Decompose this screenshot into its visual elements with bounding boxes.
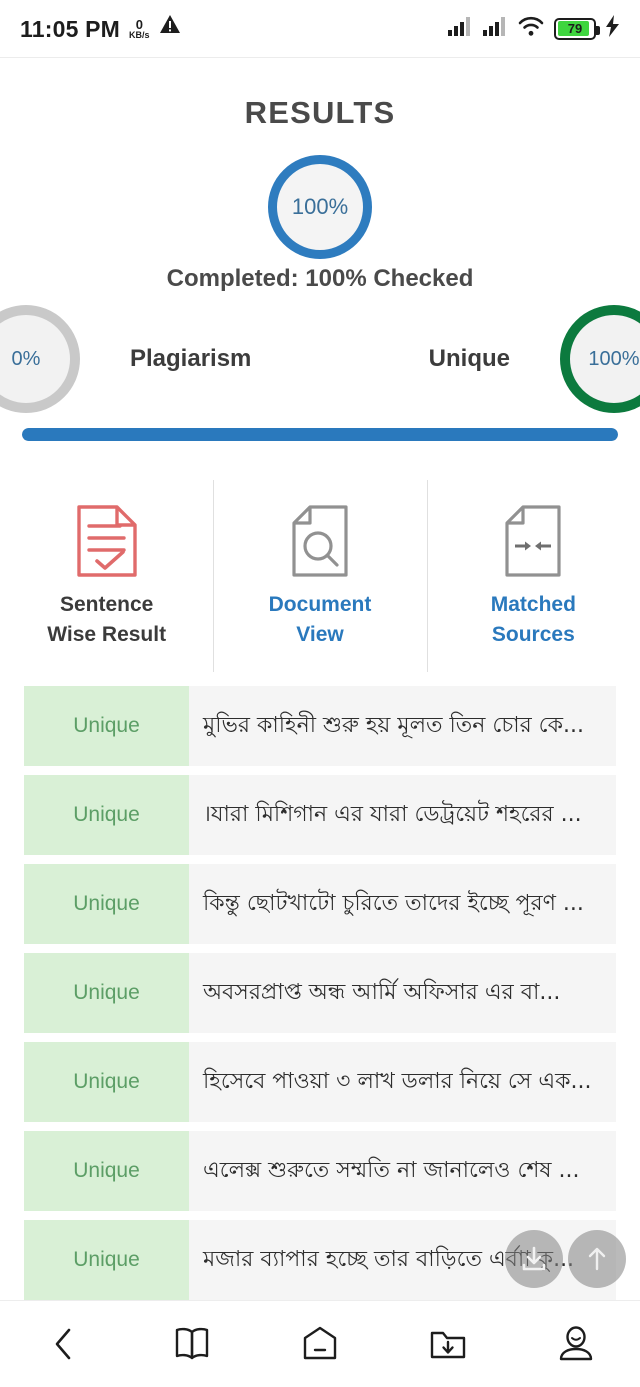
tab-matched-sources[interactable]: Matched Sources [426,480,640,672]
completed-status-text: Completed: 100% Checked [166,265,474,292]
network-speed-unit: KB/s [129,30,150,40]
nav-account-button[interactable] [528,1301,624,1387]
network-speed-indicator: 0 KB/s [129,18,150,40]
scroll-to-top-arrow-icon [588,1247,606,1271]
unique-label: Unique [428,345,510,372]
tab-label-line2: Wise Result [47,622,167,646]
unique-value: 100% [588,347,640,370]
status-bar-left: 11:05 PM 0 KB/s [20,14,181,42]
lightning-bolt-icon [605,15,620,42]
sentence-text: এলেক্স শুরুতে সম্মতি না জানালেও শেষ ... [203,1157,580,1183]
back-chevron-icon [55,1328,71,1360]
tab-label-line1: Matched [490,593,576,616]
tab-sentence-wise-result-label: Sentence Wise Result [47,590,166,650]
sentence-row[interactable]: Unique এলেক্স শুরুতে সম্মতি না জানালেও শে… [24,1131,616,1211]
score-gauges: 0% Plagiarism Unique 100% [0,305,640,415]
document-search-icon [289,502,351,580]
sentence-text: ।যারা মিশিগান এর যারা ডেট্রয়েট শহরের ..… [203,801,582,827]
sentence-text: অবসরপ্রাপ্ত অন্ধ আর্মি অফিসার এর বা... [203,979,561,1005]
plagiarism-value: 0% [11,347,41,370]
wifi-icon [518,16,545,42]
scroll-to-top-fab[interactable] [568,1230,626,1288]
battery-level-label: 79 [567,21,583,36]
sentence-text: হিসেবে পাওয়া ৩ লাখ ডলার নিয়ে সে এক... [203,1068,592,1094]
save-download-fab[interactable] [505,1230,563,1288]
status-bar-clock: 11:05 PM [20,16,121,42]
sentence-status-badge: Unique [24,953,189,1033]
battery-indicator: 79 [554,17,600,40]
sentence-row[interactable]: Unique মুভির কাহিনী শুরু হয় মূলত তিন চোর… [24,686,616,766]
sentence-status-badge: Unique [24,864,189,944]
sentence-row[interactable]: Unique হিসেবে পাওয়া ৩ লাখ ডলার নিয়ে সে … [24,1042,616,1122]
unique-gauge: 100% [560,305,640,413]
nav-home-button[interactable] [272,1301,368,1387]
sentence-row[interactable]: Unique কিন্তু ছোটখাটো চুরিতে তাদের ইচ্ছে … [24,864,616,944]
check-progress-bar [22,428,618,441]
check-progress-fill [22,428,618,441]
warning-triangle-icon [159,14,181,39]
app-screen: 11:05 PM 0 KB/s 79 RESULTS 100% Complete… [0,0,640,1387]
open-book-icon [175,1327,209,1360]
plagiarism-label: Plagiarism [130,345,252,372]
overall-progress-gauge: 100% [268,155,372,259]
tab-label-line2: View [296,622,344,646]
sentence-status-badge: Unique [24,686,189,766]
tab-document-view[interactable]: Document View [213,480,426,672]
sentence-status-badge: Unique [24,1131,189,1211]
sentence-text: কিন্তু ছোটখাটো চুরিতে তাদের ইচ্ছে পূরণ .… [203,890,584,916]
sentence-row[interactable]: Unique অবসরপ্রাপ্ত অন্ধ আর্মি অফিসার এর ব… [24,953,616,1033]
nav-downloads-button[interactable] [400,1301,496,1387]
sentence-status-badge: Unique [24,775,189,855]
bottom-navigation-bar [0,1300,640,1387]
nav-library-button[interactable] [144,1301,240,1387]
sentence-row[interactable]: Unique ।যারা মিশিগান এর যারা ডেট্রয়েট শহ… [24,775,616,855]
status-bar: 11:05 PM 0 KB/s 79 [0,0,640,58]
plagiarism-gauge: 0% [0,305,80,413]
tab-label-line1: Document [268,593,372,616]
tab-sentence-wise-result[interactable]: Sentence Wise Result [0,480,213,672]
sentence-status-badge: Unique [24,1042,189,1122]
view-tabs: Sentence Wise Result Document View Match… [0,480,640,672]
page-title: RESULTS [244,95,396,130]
account-person-icon [559,1326,593,1361]
document-check-icon [76,502,138,580]
sentence-text: মুভির কাহিনী শুরু হয় মূলত তিন চোর কে... [203,712,584,738]
save-download-icon [522,1246,546,1271]
tab-label-line2: Sources [491,622,575,646]
download-folder-icon [430,1331,466,1359]
document-arrows-icon [502,502,564,580]
tab-matched-sources-label: Matched Sources [491,590,576,650]
status-bar-right: 79 [448,15,620,42]
tab-document-view-label: Document View [269,590,372,650]
sentence-status-badge: Unique [24,1220,189,1300]
overall-progress-value: 100% [291,194,349,219]
home-icon [303,1326,337,1360]
signal-bars-icon [448,16,474,41]
tab-label-line1: Sentence [59,593,154,616]
nav-back-button[interactable] [16,1301,112,1387]
signal-bars-icon [483,16,509,41]
sentence-list[interactable]: Unique মুভির কাহিনী শুরু হয় মূলত তিন চোর… [0,686,640,1300]
